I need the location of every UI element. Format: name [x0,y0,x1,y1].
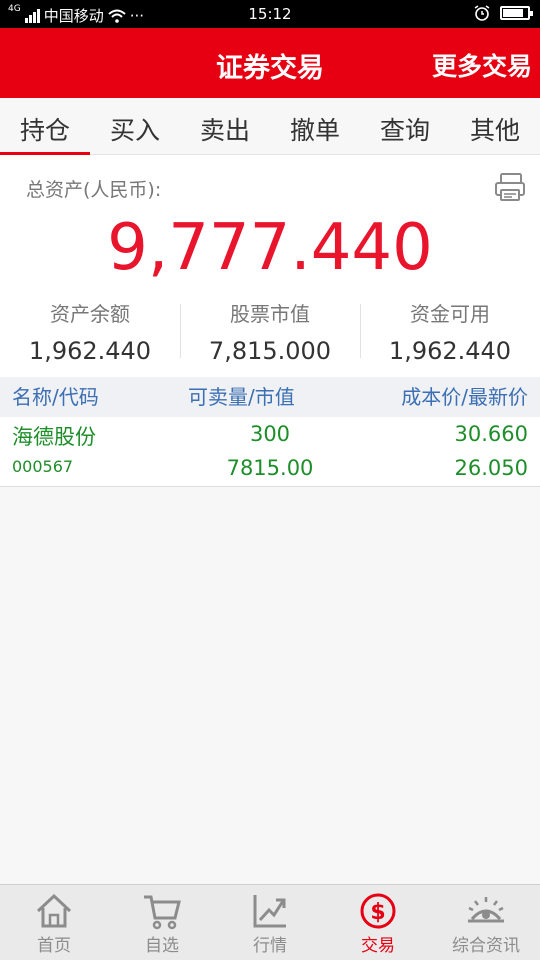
status-right [474,5,533,21]
nav-label: 首页 [37,936,71,956]
tab-holdings[interactable]: 持仓 [0,98,90,155]
cost-price: 30.660 [454,422,528,446]
tab-sell[interactable]: 卖出 [180,98,270,154]
stat-label: 股票市值 [230,302,310,326]
eye-icon [468,897,504,923]
stat-label: 资产余额 [50,302,130,326]
tab-cancel[interactable]: 撤单 [270,98,360,154]
nav-label: 自选 [145,936,179,956]
col-name-code: 名称/代码 [12,385,99,409]
col-cost-latest: 成本价/最新价 [401,385,528,409]
total-assets-value: 9,777.440 [107,211,433,285]
tab-query[interactable]: 查询 [360,98,450,154]
stat-value: 1,962.440 [28,337,152,365]
alarm-icon [474,5,490,21]
tab-buy[interactable]: 买入 [90,98,180,154]
stock-name: 海德股份 [12,425,96,449]
trade-tabs: 持仓 买入 卖出 撤单 查询 其他 [0,98,540,155]
holdings-table-header: 名称/代码 可卖量/市值 成本价/最新价 [0,377,540,417]
total-assets-label: 总资产(人民币): [26,179,162,201]
nav-news[interactable]: 综合资讯 [432,885,540,960]
stat-balance: 资产余额 1,962.440 [0,298,180,365]
app-header: 证券交易 更多交易 [0,28,540,98]
more-trade-button[interactable]: 更多交易 [432,47,532,83]
clock: 15:12 [248,5,292,23]
nav-watchlist[interactable]: 自选 [108,885,216,960]
stat-stock-value: 股票市值 7,815.000 [180,298,360,365]
svg-text:$: $ [370,900,385,925]
market-value: 7815.00 [226,456,314,480]
sellable-qty: 300 [249,422,291,446]
nav-trade[interactable]: $ 交易 [324,885,432,960]
nav-label: 交易 [361,936,395,956]
col-qty-value: 可卖量/市值 [188,385,295,409]
stat-available-funds: 资金可用 1,962.440 [360,298,540,365]
table-row[interactable]: 海德股份 000567 300 7815.00 30.660 26.050 [0,417,540,487]
home-icon [36,893,72,928]
print-icon[interactable] [494,171,526,203]
tab-other[interactable]: 其他 [450,98,540,154]
stat-label: 资金可用 [410,302,490,326]
stock-code: 000567 [12,457,74,476]
cart-icon [144,895,181,930]
bottom-nav: 首页 自选 行情 $ 交易 综合资讯 [0,884,540,960]
empty-area [0,487,540,884]
asset-stats: 资产余额 1,962.440 股票市值 7,815.000 资金可用 1,962… [0,298,540,365]
asset-summary: 总资产(人民币): 9,777.440 资产余额 1,962.440 股票市值 … [0,155,540,377]
chart-icon [253,895,286,928]
battery-icon [500,6,533,20]
nav-home[interactable]: 首页 [0,885,108,960]
dollar-icon: $ [360,893,396,929]
stat-value: 1,962.440 [388,337,512,365]
nav-label: 综合资讯 [452,936,520,956]
status-bar: 4G 中国移动 ··· 15:12 [0,0,540,28]
latest-price: 26.050 [454,456,528,480]
nav-market[interactable]: 行情 [216,885,324,960]
nav-label: 行情 [253,936,287,956]
stat-value: 7,815.000 [208,337,332,365]
